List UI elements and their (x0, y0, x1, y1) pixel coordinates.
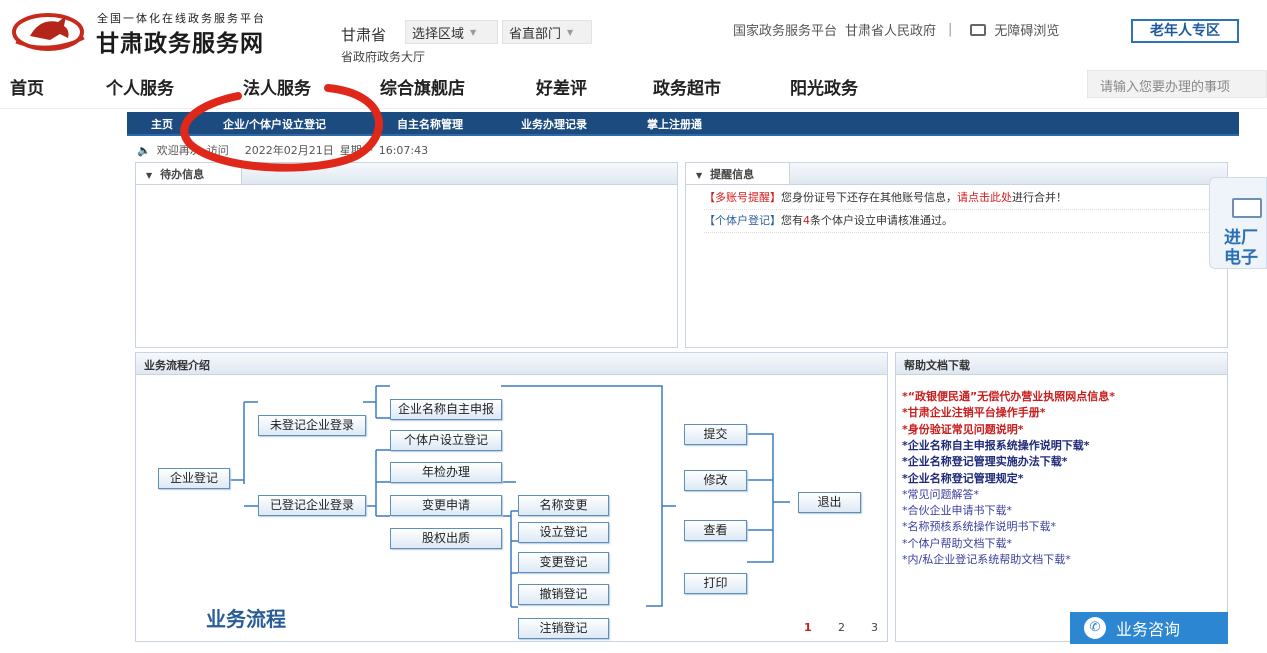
help-docs-panel: 帮助文档下载 *“政银便民通”无偿代办营业执照网点信息**甘肃企业注销平台操作手… (895, 352, 1228, 642)
elderly-zone-button[interactable]: 老年人专区 (1131, 19, 1239, 43)
flow-node-cancel-registration[interactable]: 注销登记 (518, 618, 609, 639)
flow-node-registered-login[interactable]: 已登记企业登录 (258, 495, 366, 516)
flow-node-change-apply[interactable]: 变更申请 (390, 495, 502, 516)
welcome-prefix: 欢迎 (157, 142, 179, 158)
help-doc-link[interactable]: *个体户帮助文档下载* (902, 536, 1012, 552)
reminder-tab[interactable]: ▼ 提醒信息 (686, 163, 790, 184)
chevron-down-icon: ▼ (146, 171, 152, 180)
gansu-logo-icon[interactable] (10, 8, 90, 54)
flow-node-modify[interactable]: 修改 (684, 470, 747, 491)
todo-panel: ▼待办信息 (135, 162, 678, 348)
page-link-2[interactable]: 2 (838, 621, 845, 634)
top-links: 国家政务服务平台 甘肃省人民政府 | 无障碍浏览 (733, 20, 1059, 39)
region-select[interactable]: 选择区域 ▼ (405, 20, 498, 44)
flow-node-view[interactable]: 查看 (684, 520, 747, 541)
flow-node-enterprise-registration[interactable]: 企业登记 (158, 468, 230, 489)
monitor-icon (970, 24, 986, 36)
merge-link[interactable]: 请点击此处 (957, 191, 1012, 204)
reminder-item-individual: 【个体户登记】您有4条个体户设立申请核准通过。 (704, 212, 1209, 233)
flow-node-annual-inspection[interactable]: 年检办理 (390, 462, 502, 483)
phone-icon: ✆ (1084, 617, 1106, 639)
national-platform-link[interactable]: 国家政务服务平台 (733, 20, 837, 39)
flow-node-setup-registration[interactable]: 设立登记 (518, 522, 609, 543)
float-banner-line2: 电子 (1224, 248, 1258, 268)
site-title[interactable]: 甘肃政务服务网 (96, 24, 264, 58)
reminder-tag: 【个体户登记】 (704, 214, 781, 227)
float-banner[interactable]: 进厂电子 (1209, 177, 1267, 269)
help-doc-link[interactable]: *常见问题解答* (902, 487, 979, 503)
help-doc-link[interactable]: *身份验证常见问题说明* (902, 422, 1024, 438)
dropdown-arrow-icon: ▼ (567, 28, 573, 37)
help-docs-title: 帮助文档下载 (896, 353, 1227, 375)
region-select-label: 选择区域 (412, 23, 464, 42)
flow-watermark-title: 业务流程 (206, 603, 286, 632)
reminder-text: 您有 (781, 214, 803, 227)
flow-node-change-registration[interactable]: 变更登记 (518, 552, 609, 573)
help-doc-link[interactable]: *“政银便民通”无偿代办营业执照网点信息* (902, 389, 1115, 405)
help-doc-link[interactable]: *企业名称自主申报系统操作说明下载* (902, 438, 1090, 454)
nav-rating[interactable]: 好差评 (536, 74, 587, 99)
help-doc-link[interactable]: *内/私企业登记系统帮助文档下载* (902, 552, 1071, 568)
subnav-records[interactable]: 业务办理记录 (521, 116, 587, 132)
help-doc-link[interactable]: *甘肃企业注销平台操作手册* (902, 405, 1046, 421)
flow-node-name-report[interactable]: 企业名称自主申报 (390, 399, 502, 420)
reminder-tail: 进行合并！ (1012, 191, 1067, 204)
reminder-tail[interactable]: 条个体户设立申请核准通过。 (810, 214, 953, 227)
flow-connectors (136, 376, 889, 641)
accessibility-link[interactable]: 无障碍浏览 (994, 20, 1059, 39)
consult-label: 业务咨询 (1116, 616, 1180, 640)
flow-node-individual-registration[interactable]: 个体户设立登记 (390, 430, 502, 451)
red-circle-annotation (178, 80, 394, 172)
province-label: 甘肃省 (341, 24, 386, 45)
flow-panel: 业务流程介绍 企业登记 未登记企业登录 已登记企业登录 企业名称自主申报 个体户… (135, 352, 888, 642)
reminder-panel-header: ▼ 提醒信息 (686, 163, 1227, 185)
nav-gov-market[interactable]: 政务超市 (653, 74, 721, 99)
help-doc-link[interactable]: *企业名称登记管理规定* (902, 471, 1024, 487)
flow-node-revoke-registration[interactable]: 撤销登记 (518, 584, 609, 605)
speaker-icon: 🔈 (137, 144, 151, 157)
reminder-item-multi-account: 【多账号提醒】您身份证号下还存在其他账号信息，请点击此处进行合并！ (704, 189, 1209, 210)
link-separator: | (948, 22, 952, 37)
page-link-1[interactable]: 1 (804, 621, 812, 634)
flow-node-unregistered-login[interactable]: 未登记企业登录 (258, 415, 366, 436)
float-banner-line1: 进厂 (1224, 228, 1258, 248)
page-link-3[interactable]: 3 (871, 621, 878, 634)
hall-link[interactable]: 省政府政务大厅 (341, 48, 425, 65)
gansu-government-link[interactable]: 甘肃省人民政府 (845, 20, 936, 39)
help-doc-link[interactable]: *合伙企业申请书下载* (902, 503, 1012, 519)
flow-panel-title: 业务流程介绍 (136, 353, 887, 375)
consult-button[interactable]: ✆ 业务咨询 (1070, 612, 1228, 644)
nav-sunshine-gov[interactable]: 阳光政务 (790, 74, 858, 99)
reminder-tag: 【多账号提醒】 (704, 191, 781, 204)
flow-node-name-change[interactable]: 名称变更 (518, 495, 609, 516)
float-banner-text: 进厂电子 (1224, 228, 1258, 268)
reminder-panel: ▼提醒信息 【多账号提醒】您身份证号下还存在其他账号信息，请点击此处进行合并！ … (685, 162, 1228, 348)
reminder-count: 4 (803, 214, 810, 227)
flow-node-submit[interactable]: 提交 (684, 424, 747, 445)
flow-node-print[interactable]: 打印 (684, 573, 747, 594)
subnav-name-management[interactable]: 自主名称管理 (397, 116, 463, 132)
laptop-icon (1232, 198, 1262, 218)
help-doc-link[interactable]: *名称预核系统操作说明书下载* (902, 519, 1056, 535)
flow-node-exit[interactable]: 退出 (798, 492, 861, 513)
subnav-home[interactable]: 主页 (151, 116, 173, 132)
nav-home[interactable]: 首页 (10, 74, 44, 99)
flow-node-equity-pledge[interactable]: 股权出质 (390, 528, 502, 549)
help-doc-link[interactable]: *企业名称登记管理实施办法下载* (902, 454, 1068, 470)
dropdown-arrow-icon: ▼ (470, 28, 476, 37)
reminder-text: 您身份证号下还存在其他账号信息， (781, 191, 957, 204)
subnav-mobile-registration[interactable]: 掌上注册通 (647, 116, 702, 132)
dept-select-label: 省直部门 (509, 23, 561, 42)
dept-select[interactable]: 省直部门 ▼ (502, 20, 592, 44)
search-input[interactable]: 请输入您要办理的事项 (1087, 70, 1267, 98)
chevron-down-icon: ▼ (696, 171, 702, 180)
reminder-tab-label: 提醒信息 (710, 168, 754, 181)
nav-personal-service[interactable]: 个人服务 (106, 74, 174, 99)
